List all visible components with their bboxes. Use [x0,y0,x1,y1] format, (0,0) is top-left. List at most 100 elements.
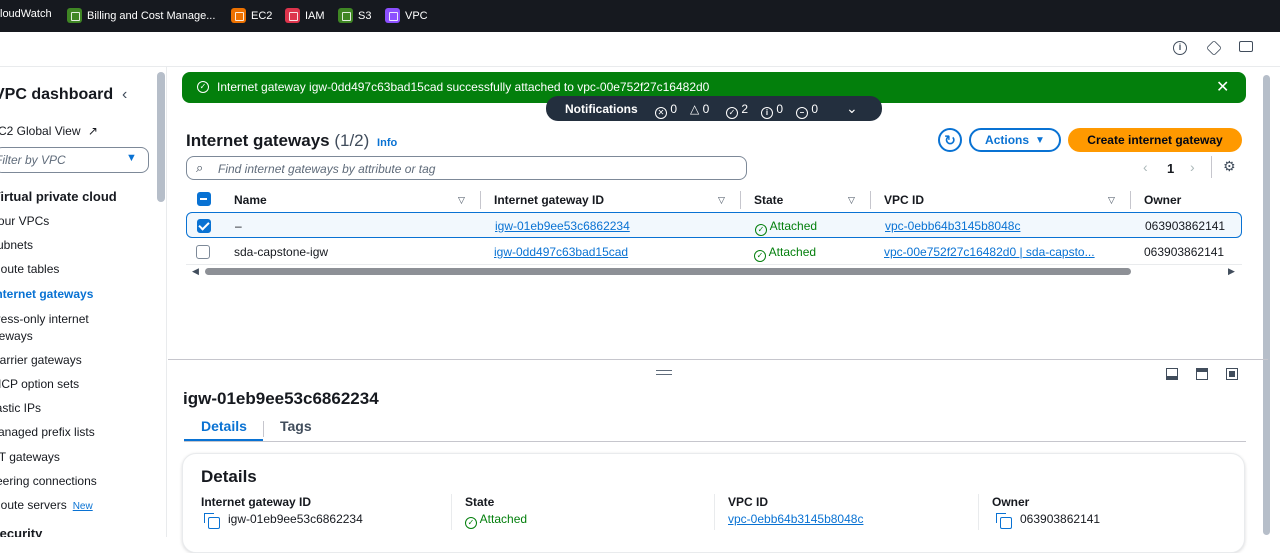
panel-full-icon[interactable] [1226,368,1238,380]
sidebar-item-nat-gateways[interactable]: NAT gateways [0,450,60,464]
select-all-checkbox[interactable] [197,192,211,206]
info-link[interactable]: Info [377,137,397,149]
close-icon[interactable]: ✕ [1216,77,1229,97]
shortcut-vpc[interactable]: VPC [385,8,428,23]
error-count: ✕ 0 [655,102,677,119]
create-internet-gateway-button[interactable]: Create internet gateway [1068,128,1242,152]
cell-name: – [235,219,242,233]
shortcut-cloudwatch[interactable]: loudWatch [0,8,52,20]
next-page-icon[interactable]: › [1190,159,1195,175]
panel-side-icon[interactable] [1196,368,1208,380]
shortcut-label: IAM [305,9,325,22]
prev-page-icon[interactable]: ‹ [1143,159,1148,175]
table-horizontal-scrollbar[interactable] [205,268,1131,275]
sidebar-item-subnets[interactable]: Subnets [0,238,33,252]
cell-gateway-id-link[interactable]: igw-0dd497c63bad15cad [494,245,628,259]
shortcut-billing[interactable]: Billing and Cost Manage... [67,8,215,23]
cell-owner: 063903862141 [1144,245,1225,259]
vpc-filter-select[interactable]: Filter by VPC ▼ [0,147,149,173]
detail-title: igw-01eb9ee53c6862234 [183,389,379,408]
preferences-gear-icon[interactable]: ⚙ [1223,158,1236,175]
success-check-icon: ✓ [755,224,767,236]
chevron-down-icon[interactable]: ⌄ [846,100,858,117]
refresh-icon: ↻ [944,131,956,148]
caret-down-icon: ▼ [1035,134,1045,146]
drag-handle-icon[interactable] [656,370,672,375]
cell-gateway-id-link[interactable]: igw-01eb9ee53c6862234 [495,219,630,233]
page-number[interactable]: 1 [1167,161,1174,176]
info-icon: i [761,107,773,119]
ec2-icon [231,8,246,23]
shortcut-ec2[interactable]: EC2 [231,8,272,23]
sidebar-item-egress-only[interactable]: Egress-only internet gateways [0,311,102,345]
tab-tags[interactable]: Tags [280,418,312,434]
info-count: i 0 [761,102,783,119]
column-resizer[interactable] [480,191,481,209]
copy-icon[interactable] [204,513,220,529]
column-resizer[interactable] [1130,191,1131,209]
column-header-vpc-id[interactable]: VPC ID [884,193,924,207]
global-view-link[interactable]: EC2 Global View ↗ [0,124,98,138]
scroll-left-icon[interactable]: ◀ [192,266,199,277]
table-row[interactable]: – igw-01eb9ee53c6862234 ✓ Attached vpc-0… [186,212,1242,238]
state-value: ✓ Attached [465,512,527,529]
notifications-label: Notifications [565,102,638,116]
sidebar-title[interactable]: VPC dashboard [0,86,113,104]
copy-icon[interactable] [996,513,1012,529]
external-link-icon: ↗ [87,124,98,138]
collapse-chevron-icon[interactable]: ‹ [122,86,127,104]
notifications-bar[interactable]: Notifications ✕ 0 △ 0 ✓ 2 i 0 – 0 ⌄ [546,96,882,121]
sort-icon[interactable]: ▽ [458,195,465,206]
actions-button[interactable]: Actions ▼ [969,128,1061,152]
scroll-right-icon[interactable]: ▶ [1228,266,1235,277]
search-input[interactable]: ⌕ Find internet gateways by attribute or… [186,156,747,180]
cell-name: sda-capstone-igw [234,245,329,259]
sidebar-item-carrier-gateways[interactable]: Carrier gateways [0,353,82,367]
sort-icon[interactable]: ▽ [1108,195,1115,206]
filter-placeholder: Filter by VPC [0,153,66,167]
cell-vpc-id-link[interactable]: vpc-0ebb64b3145b8048c [885,219,1020,233]
sidebar-item-dhcp[interactable]: DHCP option sets [0,377,79,391]
service-shortcut-bar: loudWatch Billing and Cost Manage... EC2… [0,0,1280,32]
row-checkbox[interactable] [197,219,211,233]
page-scrollbar[interactable] [1263,75,1270,535]
shortcut-label: loudWatch [0,8,52,20]
sidebar-scrollbar[interactable] [157,72,165,202]
sidebar-item-internet-gateways[interactable]: Internet gateways [0,287,93,301]
sidebar-section-vpc[interactable]: Virtual private cloud [0,189,117,204]
column-header-name[interactable]: Name [234,193,267,207]
column-header-state[interactable]: State [754,193,783,207]
sidebar-section-security[interactable]: Security [0,526,42,537]
shortcut-s3[interactable]: S3 [338,8,371,23]
column-resizer[interactable] [740,191,741,209]
sidebar-item-prefix-lists[interactable]: Managed prefix lists [0,425,95,439]
column-header-gateway-id[interactable]: Internet gateway ID [494,193,604,207]
column-header-owner[interactable]: Owner [1144,193,1181,207]
sidebar-item-route-tables[interactable]: Route tables [0,262,59,276]
shortcut-label: Billing and Cost Manage... [87,9,216,22]
sidebar-item-peering[interactable]: Peering connections [0,474,97,488]
shortcut-label: VPC [405,9,428,22]
cell-owner: 063903862141 [1145,219,1226,233]
sort-icon[interactable]: ▽ [718,195,725,206]
panel-bottom-icon[interactable] [1166,368,1178,380]
column-resizer[interactable] [870,191,871,209]
feedback-icon[interactable] [1239,41,1253,52]
flash-message: Internet gateway igw-0dd497c63bad15cad s… [217,80,710,94]
cell-vpc-id-link[interactable]: vpc-00e752f27c16482d0 | sda-capsto... [884,245,1095,259]
info-icon[interactable]: i [1173,41,1187,55]
sidebar-item-elastic-ips[interactable]: Elastic IPs [0,401,41,415]
vpc-id-link[interactable]: vpc-0ebb64b3145b8048c [728,512,863,526]
shortcut-iam[interactable]: IAM [285,8,325,23]
global-view-label: EC2 Global View [0,124,81,138]
vpc-icon [385,8,400,23]
tab-details[interactable]: Details [201,418,247,434]
success-icon: ✓ [726,107,738,119]
sidebar-item-your-vpcs[interactable]: Your VPCs [0,214,49,228]
sort-icon[interactable]: ▽ [848,195,855,206]
refresh-button[interactable]: ↻ [938,128,962,152]
state-label: State [465,495,495,509]
row-checkbox[interactable] [196,245,210,259]
sidebar-item-route-servers[interactable]: Route servers New [0,498,93,512]
table-row[interactable]: sda-capstone-igw igw-0dd497c63bad15cad ✓… [186,239,1242,265]
